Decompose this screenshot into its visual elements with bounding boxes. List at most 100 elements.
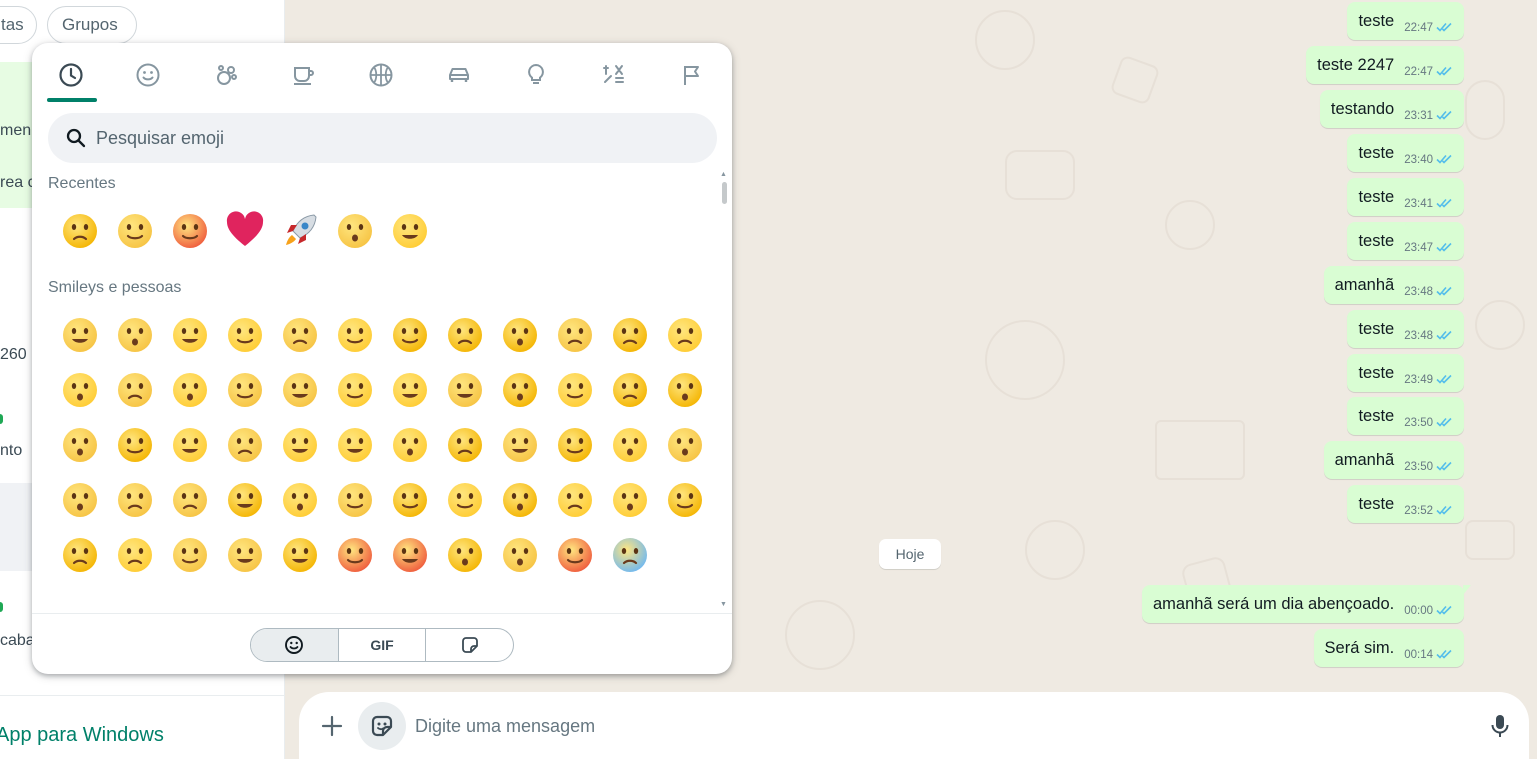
smiley-emoji-30[interactable] [382, 417, 437, 472]
smiley-emoji-57[interactable] [547, 527, 602, 582]
smiley-emoji-45[interactable] [547, 472, 602, 527]
outgoing-message[interactable]: teste 23:52 [1347, 485, 1464, 523]
smiley-emoji-33[interactable] [547, 417, 602, 472]
scrollbar-thumb[interactable] [722, 182, 727, 204]
smiley-emoji-16[interactable] [272, 362, 327, 417]
smiley-emoji-35[interactable] [657, 417, 712, 472]
emoji-sticker-button[interactable] [358, 702, 406, 750]
smiley-emoji-48[interactable] [52, 527, 107, 582]
smiley-emoji-19[interactable] [437, 362, 492, 417]
smiley-emoji-26[interactable] [162, 417, 217, 472]
smiley-emoji-55[interactable] [437, 527, 492, 582]
tab-stickers[interactable] [426, 629, 513, 661]
smiley-emoji-13[interactable] [107, 362, 162, 417]
smiley-emoji-39[interactable] [217, 472, 272, 527]
smiley-emoji-12[interactable] [52, 362, 107, 417]
message-input[interactable] [415, 708, 1455, 744]
recent-emoji-3[interactable] [217, 203, 272, 258]
smiley-emoji-29[interactable] [327, 417, 382, 472]
smiley-emoji-24[interactable] [52, 417, 107, 472]
recent-emoji-1[interactable] [107, 203, 162, 258]
smiley-emoji-4[interactable] [272, 307, 327, 362]
smiley-emoji-18[interactable] [382, 362, 437, 417]
filter-chip-groups[interactable]: Grupos [47, 6, 137, 44]
outgoing-message[interactable]: teste 2247 22:47 [1306, 46, 1464, 84]
category-activities[interactable] [363, 57, 399, 93]
recent-emoji-5[interactable] [327, 203, 382, 258]
smiley-emoji-43[interactable] [437, 472, 492, 527]
category-smileys[interactable] [130, 57, 166, 93]
smiley-emoji-49[interactable] [107, 527, 162, 582]
outgoing-message[interactable]: teste 23:40 [1347, 134, 1464, 172]
smiley-emoji-22[interactable] [602, 362, 657, 417]
outgoing-message[interactable]: testando 23:31 [1319, 90, 1464, 128]
smiley-emoji-7[interactable] [437, 307, 492, 362]
category-food[interactable] [285, 57, 321, 93]
smiley-emoji-42[interactable] [382, 472, 437, 527]
smiley-emoji-1[interactable] [107, 307, 162, 362]
smiley-emoji-8[interactable] [492, 307, 547, 362]
smiley-emoji-17[interactable] [327, 362, 382, 417]
smiley-emoji-23[interactable] [657, 362, 712, 417]
emoji-search-box[interactable] [48, 113, 717, 163]
smiley-emoji-2[interactable] [162, 307, 217, 362]
smiley-emoji-3[interactable] [217, 307, 272, 362]
smiley-emoji-54[interactable] [382, 527, 437, 582]
smiley-emoji-31[interactable] [437, 417, 492, 472]
smiley-emoji-56[interactable] [492, 527, 547, 582]
recent-emoji-6[interactable] [382, 203, 437, 258]
category-objects[interactable] [518, 57, 554, 93]
recent-emoji-2[interactable] [162, 203, 217, 258]
attach-button[interactable] [316, 710, 348, 742]
smiley-emoji-47[interactable] [657, 472, 712, 527]
recent-emoji-0[interactable] [52, 203, 107, 258]
smiley-emoji-34[interactable] [602, 417, 657, 472]
outgoing-message[interactable]: amanhã 23:48 [1323, 266, 1464, 304]
smiley-emoji-27[interactable] [217, 417, 272, 472]
category-travel[interactable] [441, 57, 477, 93]
smiley-emoji-38[interactable] [162, 472, 217, 527]
outgoing-message[interactable]: teste 22:47 [1347, 2, 1464, 40]
smiley-emoji-20[interactable] [492, 362, 547, 417]
smiley-emoji-32[interactable] [492, 417, 547, 472]
outgoing-message[interactable]: teste 23:50 [1347, 397, 1464, 435]
outgoing-message[interactable]: amanhã será um dia abençoado. 00:00 [1141, 585, 1471, 623]
scroll-up-arrow-icon[interactable]: ▲ [720, 171, 727, 178]
smiley-emoji-15[interactable] [217, 362, 272, 417]
scroll-down-arrow-icon[interactable]: ▼ [720, 601, 727, 608]
outgoing-message[interactable]: Será sim. 00:14 [1313, 629, 1464, 667]
smiley-emoji-0[interactable] [52, 307, 107, 362]
smiley-emoji-40[interactable] [272, 472, 327, 527]
smiley-emoji-44[interactable] [492, 472, 547, 527]
smiley-emoji-6[interactable] [382, 307, 437, 362]
outgoing-message[interactable]: teste 23:48 [1347, 310, 1464, 348]
smiley-emoji-9[interactable] [547, 307, 602, 362]
filter-chip-contacts[interactable]: tas [0, 6, 37, 44]
smiley-emoji-52[interactable] [272, 527, 327, 582]
category-symbols[interactable] [596, 57, 632, 93]
smiley-emoji-21[interactable] [547, 362, 602, 417]
smiley-emoji-11[interactable] [657, 307, 712, 362]
emoji-search-input[interactable] [96, 127, 656, 149]
smiley-emoji-14[interactable] [162, 362, 217, 417]
outgoing-message[interactable]: amanhã 23:50 [1323, 441, 1464, 479]
emoji-scroll-area[interactable] [32, 305, 718, 613]
smiley-emoji-28[interactable] [272, 417, 327, 472]
outgoing-message[interactable]: teste 23:41 [1347, 178, 1464, 216]
download-app-link[interactable]: App para Windows [0, 724, 164, 747]
smiley-emoji-51[interactable] [217, 527, 272, 582]
smiley-emoji-10[interactable] [602, 307, 657, 362]
outgoing-message[interactable]: teste 23:47 [1347, 222, 1464, 260]
smiley-emoji-58[interactable] [602, 527, 657, 582]
category-flags[interactable] [674, 57, 710, 93]
category-recent[interactable] [53, 57, 89, 93]
smiley-emoji-53[interactable] [327, 527, 382, 582]
voice-record-button[interactable] [1484, 710, 1516, 742]
smiley-emoji-25[interactable] [107, 417, 162, 472]
recent-emoji-4[interactable] [272, 203, 327, 258]
tab-emoji[interactable] [251, 629, 339, 661]
smiley-emoji-36[interactable] [52, 472, 107, 527]
category-animals[interactable] [208, 57, 244, 93]
smiley-emoji-41[interactable] [327, 472, 382, 527]
smiley-emoji-37[interactable] [107, 472, 162, 527]
